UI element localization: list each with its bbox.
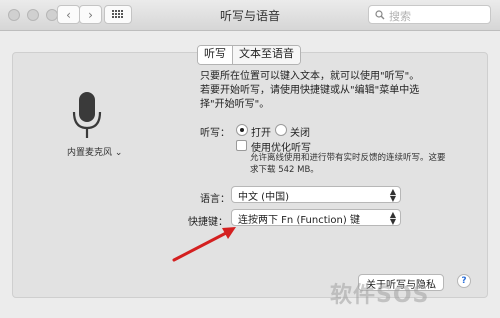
- shortcut-select[interactable]: 连按两下 Fn (Function) 键 ▲ ▼: [231, 209, 401, 226]
- updown-icon: ▲ ▼: [389, 187, 396, 203]
- back-button[interactable]: ‹: [57, 5, 80, 24]
- tab-dictation[interactable]: 听写: [198, 46, 232, 64]
- language-label: 语言：: [200, 194, 230, 205]
- dictation-on-radio[interactable]: [236, 124, 248, 136]
- window-title: 听写与语音: [219, 9, 280, 23]
- show-all-button[interactable]: [104, 5, 132, 24]
- help-button[interactable]: ?: [457, 274, 471, 288]
- tab-bar: 听写 文本至语音: [197, 45, 301, 65]
- minimize-button[interactable]: [27, 9, 39, 21]
- dictation-off-label: 关闭: [290, 128, 310, 139]
- shortcut-value: 连按两下 Fn (Function) 键: [238, 215, 360, 226]
- forward-button[interactable]: ›: [79, 5, 102, 24]
- search-icon: [375, 10, 385, 20]
- title-bar: ‹ › 听写与语音 搜索: [0, 0, 500, 31]
- dictation-on-label: 打开: [251, 128, 271, 139]
- dictation-off-radio[interactable]: [275, 124, 287, 136]
- close-button[interactable]: [8, 9, 20, 21]
- watermark-logo: 软件SOS: [330, 283, 430, 308]
- dictation-label: 听写：: [200, 128, 230, 139]
- updown-icon: ▲ ▼: [389, 210, 396, 226]
- microphone-selector[interactable]: 内置麦克风 ⌄: [67, 145, 122, 158]
- enhanced-dictation-note: 允许离线使用和进行带有实时反馈的连续听写。这要求下载 542 MB。: [250, 153, 446, 175]
- chevron-left-icon: ‹: [66, 7, 71, 22]
- language-value: 中文 (中国): [238, 192, 289, 203]
- grid-icon: [112, 10, 123, 18]
- red-arrow-annotation: [172, 227, 236, 262]
- search-field[interactable]: 搜索: [368, 5, 491, 24]
- tab-text-to-speech[interactable]: 文本至语音: [232, 46, 300, 64]
- microphone-icon: [72, 92, 102, 138]
- search-placeholder: 搜索: [389, 10, 411, 23]
- chevron-right-icon: ›: [88, 7, 93, 22]
- language-select[interactable]: 中文 (中国) ▲ ▼: [231, 186, 401, 203]
- enhanced-dictation-checkbox[interactable]: [236, 140, 247, 151]
- dictation-intro: 只要所在位置可以键入文本，就可以使用"听写"。若要开始听写，请使用快捷键或从"编…: [200, 71, 420, 110]
